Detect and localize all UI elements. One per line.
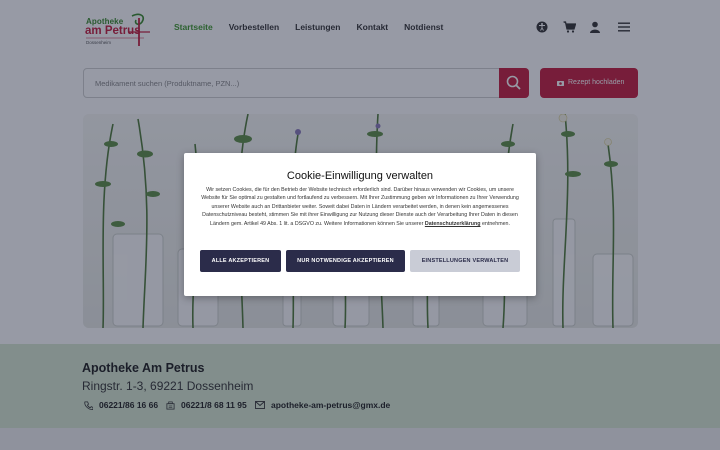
accept-all-button[interactable]: ALLE AKZEPTIEREN	[200, 250, 281, 272]
cookie-dialog-title: Cookie-Einwilligung verwalten	[286, 170, 434, 182]
privacy-policy-link[interactable]: Datenschutzerklärung	[425, 221, 481, 227]
cookie-text-end: entnehmen.	[480, 220, 510, 227]
cookie-dialog-text: Wir setzen Cookies, die für den Betrieb …	[200, 186, 520, 228]
manage-settings-button[interactable]: EINSTELLUNGEN VERWALTEN	[410, 250, 520, 272]
accept-necessary-button[interactable]: NUR NOTWENDIGE AKZEPTIEREN	[286, 250, 405, 272]
cookie-consent-dialog: Cookie-Einwilligung verwalten Wir setzen…	[184, 153, 536, 296]
